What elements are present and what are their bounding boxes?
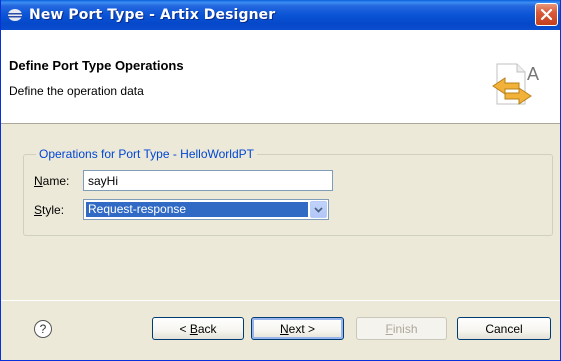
name-label: Name: bbox=[34, 174, 69, 188]
operations-group: Operations for Port Type - HelloWorldPT … bbox=[23, 147, 553, 236]
back-prefix: < bbox=[179, 321, 190, 336]
svg-text:A: A bbox=[527, 64, 539, 84]
page-title: Define Port Type Operations bbox=[9, 58, 184, 73]
wizard-header: Define Port Type Operations Define the o… bbox=[1, 30, 560, 124]
name-label-rest: ame: bbox=[42, 174, 70, 188]
next-button[interactable]: Next > bbox=[251, 317, 344, 340]
finish-button[interactable]: Finish bbox=[356, 317, 447, 340]
group-legend: Operations for Port Type - HelloWorldPT bbox=[36, 147, 257, 161]
style-dropdown[interactable]: Request-response bbox=[83, 199, 329, 220]
dialog-window: New Port Type - Artix Designer Define Po… bbox=[0, 0, 561, 361]
name-input[interactable] bbox=[83, 170, 333, 191]
finish-rest: inish bbox=[392, 321, 418, 336]
style-label-mnemonic: S bbox=[34, 203, 43, 217]
finish-mnemonic: F bbox=[385, 321, 393, 336]
next-rest: ext > bbox=[288, 321, 316, 336]
style-label: Style: bbox=[34, 203, 64, 217]
next-mnemonic: N bbox=[279, 321, 289, 336]
close-icon bbox=[540, 8, 553, 21]
footer-divider bbox=[1, 300, 560, 301]
cancel-button[interactable]: Cancel bbox=[457, 317, 551, 340]
title-bar[interactable]: New Port Type - Artix Designer bbox=[1, 0, 560, 30]
eclipse-window-icon bbox=[7, 7, 23, 23]
port-type-wizard-icon: A bbox=[485, 60, 545, 120]
back-button[interactable]: < Back bbox=[152, 317, 244, 340]
name-label-mnemonic: N bbox=[34, 174, 43, 188]
style-dropdown-button[interactable] bbox=[310, 201, 327, 218]
chevron-down-icon bbox=[314, 206, 323, 213]
back-mnemonic: B bbox=[189, 321, 198, 336]
style-selected-value: Request-response bbox=[86, 202, 308, 217]
window-title: New Port Type - Artix Designer bbox=[29, 7, 276, 23]
help-icon[interactable]: ? bbox=[34, 320, 52, 338]
style-label-rest: tyle: bbox=[42, 203, 65, 217]
close-button[interactable] bbox=[535, 3, 558, 26]
page-description: Define the operation data bbox=[9, 84, 144, 98]
back-rest: ack bbox=[197, 321, 217, 336]
